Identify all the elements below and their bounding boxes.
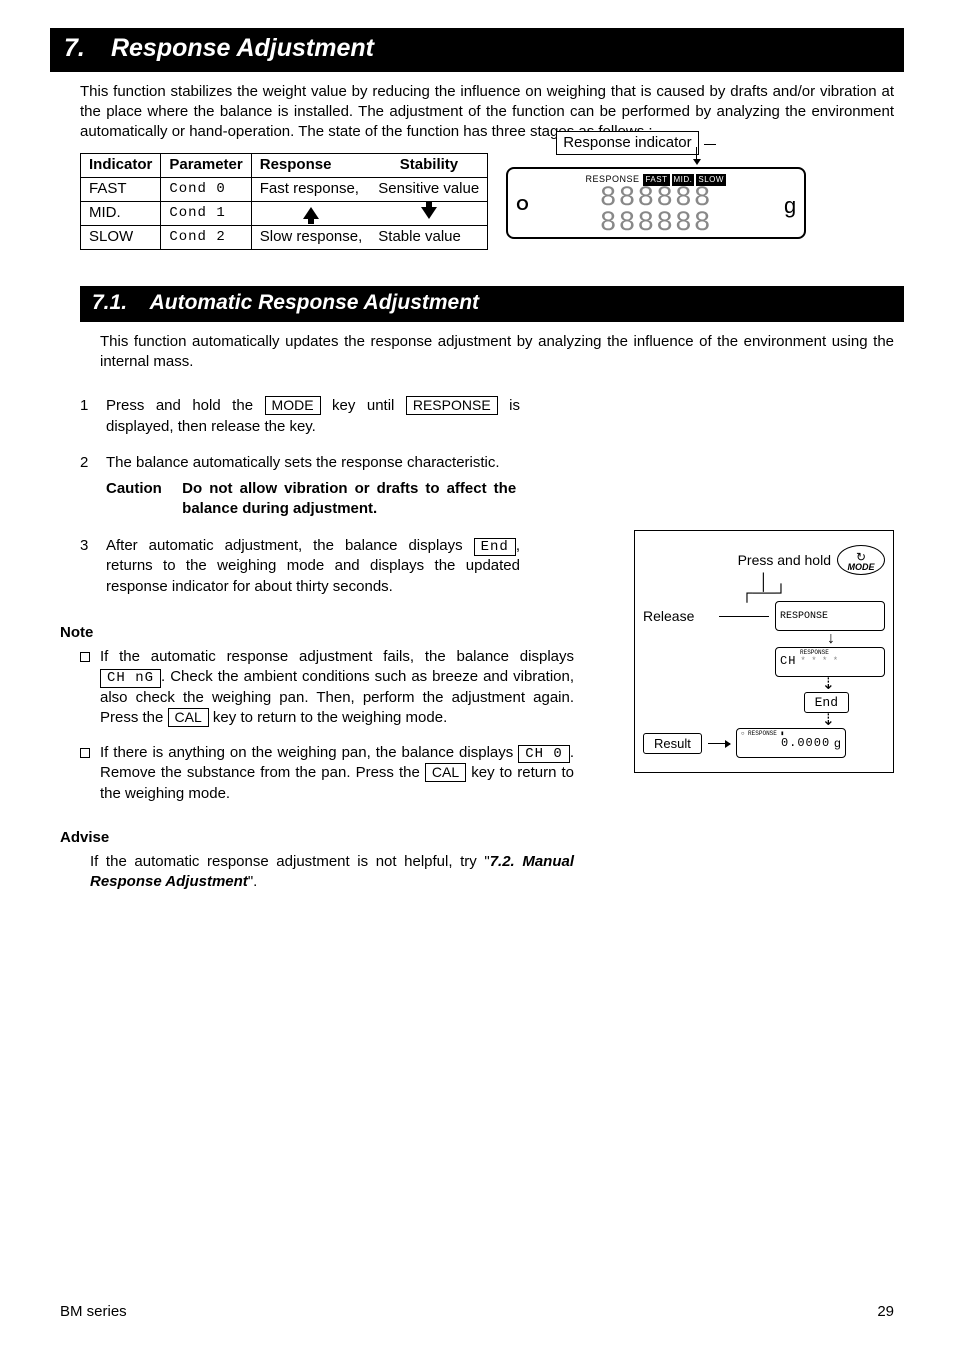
mini-lcd-response: RESPONSE (775, 601, 885, 631)
th-parameter: Parameter (161, 153, 251, 177)
cell-slow-param: Cond 2 (161, 225, 251, 249)
cal-key: CAL (168, 708, 209, 727)
subsection-title: 7.1. Automatic Response Adjustment (80, 286, 904, 322)
indicator-table: Indicator Parameter Response Stability F… (80, 153, 488, 250)
release-label: Release (643, 607, 713, 626)
cal-key: CAL (425, 763, 466, 782)
caution-label: Caution (106, 479, 178, 499)
cell-mid: MID. (81, 201, 161, 225)
cell-fast-resp: Fast response, (251, 177, 370, 201)
step-2-body: The balance automatically sets the respo… (106, 453, 520, 520)
arrow-down-icon (421, 207, 437, 219)
lcd-unit: g (784, 191, 796, 221)
result-label: Result (643, 733, 702, 755)
note-bullet-2: If there is anything on the weighing pan… (100, 743, 574, 804)
cell-slow-stab: Stable value (370, 225, 487, 249)
lcd-origin-icon: O (516, 195, 528, 217)
result-arrow-icon (708, 743, 730, 744)
footer-left: BM series (60, 1302, 127, 1322)
mini-end-box: End (804, 692, 849, 714)
cell-slow: SLOW (81, 225, 161, 249)
mini-lcd-ch: RESPONSE CH * * * * (775, 647, 885, 677)
arrow-down-cell (370, 201, 487, 225)
advise-heading: Advise (60, 828, 894, 848)
flow-arrow-icon: │┌──┘ (643, 577, 885, 599)
ch-0-display: CH 0 (518, 745, 570, 764)
bullet-icon (80, 748, 90, 758)
step-number-3: 3 (80, 536, 94, 597)
end-display: End (474, 538, 516, 557)
th-stability: Stability (400, 156, 458, 173)
footer-page-number: 29 (877, 1302, 894, 1322)
lcd-digits: 888888888888 (518, 186, 794, 236)
note-bullet-1: If the automatic response adjustment fai… (100, 647, 574, 729)
step-3-body: After automatic adjustment, the balance … (106, 536, 520, 597)
subsection-intro: This function automatically updates the … (60, 332, 894, 373)
advise-text: If the automatic response adjustment is … (60, 852, 894, 893)
flow-diagram: Press and hold ↻ MODE │┌──┘ Release RESP… (634, 530, 894, 773)
response-word: RESPONSE (585, 174, 639, 184)
section-title: 7. Response Adjustment (50, 28, 904, 72)
section-title-text: Response Adjustment (111, 34, 374, 62)
flow-arrow-icon: ↓ (643, 633, 885, 644)
step-number-2: 2 (80, 453, 94, 520)
subsection-number: 7.1. (92, 291, 127, 314)
flow-arrow-icon: ⇣ (643, 715, 885, 726)
mode-button-icon: ↻ MODE (837, 545, 885, 575)
mode-key: MODE (265, 396, 321, 415)
caution-text: Do not allow vibration or drafts to affe… (182, 479, 516, 520)
section-number: 7. (64, 32, 104, 66)
cell-fast: FAST (81, 177, 161, 201)
response-key: RESPONSE (406, 396, 498, 415)
response-indicator-figure: Response indicator RESPONSE FASTMID.SLOW… (506, 153, 806, 239)
press-hold-label: Press and hold (738, 551, 831, 570)
response-indicator-label: Response indicator (556, 131, 698, 155)
cell-fast-stab: Sensitive value (370, 177, 487, 201)
th-indicator: Indicator (81, 153, 161, 177)
bullet-icon (80, 652, 90, 662)
arrow-up-icon (303, 207, 319, 219)
page-footer: BM series 29 (60, 1302, 894, 1322)
lcd-display: RESPONSE FASTMID.SLOW O 888888888888 g (506, 167, 806, 239)
mini-lcd-result: ○ RESPONSE ▮ 0.0000 g (736, 728, 846, 758)
cell-slow-resp: Slow response, (251, 225, 370, 249)
cell-fast-param: Cond 0 (161, 177, 251, 201)
step-number-1: 1 (80, 396, 94, 437)
arrow-up-cell (251, 201, 370, 225)
cell-mid-param: Cond 1 (161, 201, 251, 225)
ch-ng-display: CH nG (100, 669, 161, 688)
flow-arrow-icon: ⇣ (643, 679, 885, 690)
step-1-body: Press and hold the MODE key until RESPON… (106, 396, 520, 437)
intro-paragraph: This function stabilizes the weight valu… (60, 82, 894, 143)
subsection-title-text: Automatic Response Adjustment (150, 291, 479, 314)
th-response: Response (260, 156, 332, 173)
